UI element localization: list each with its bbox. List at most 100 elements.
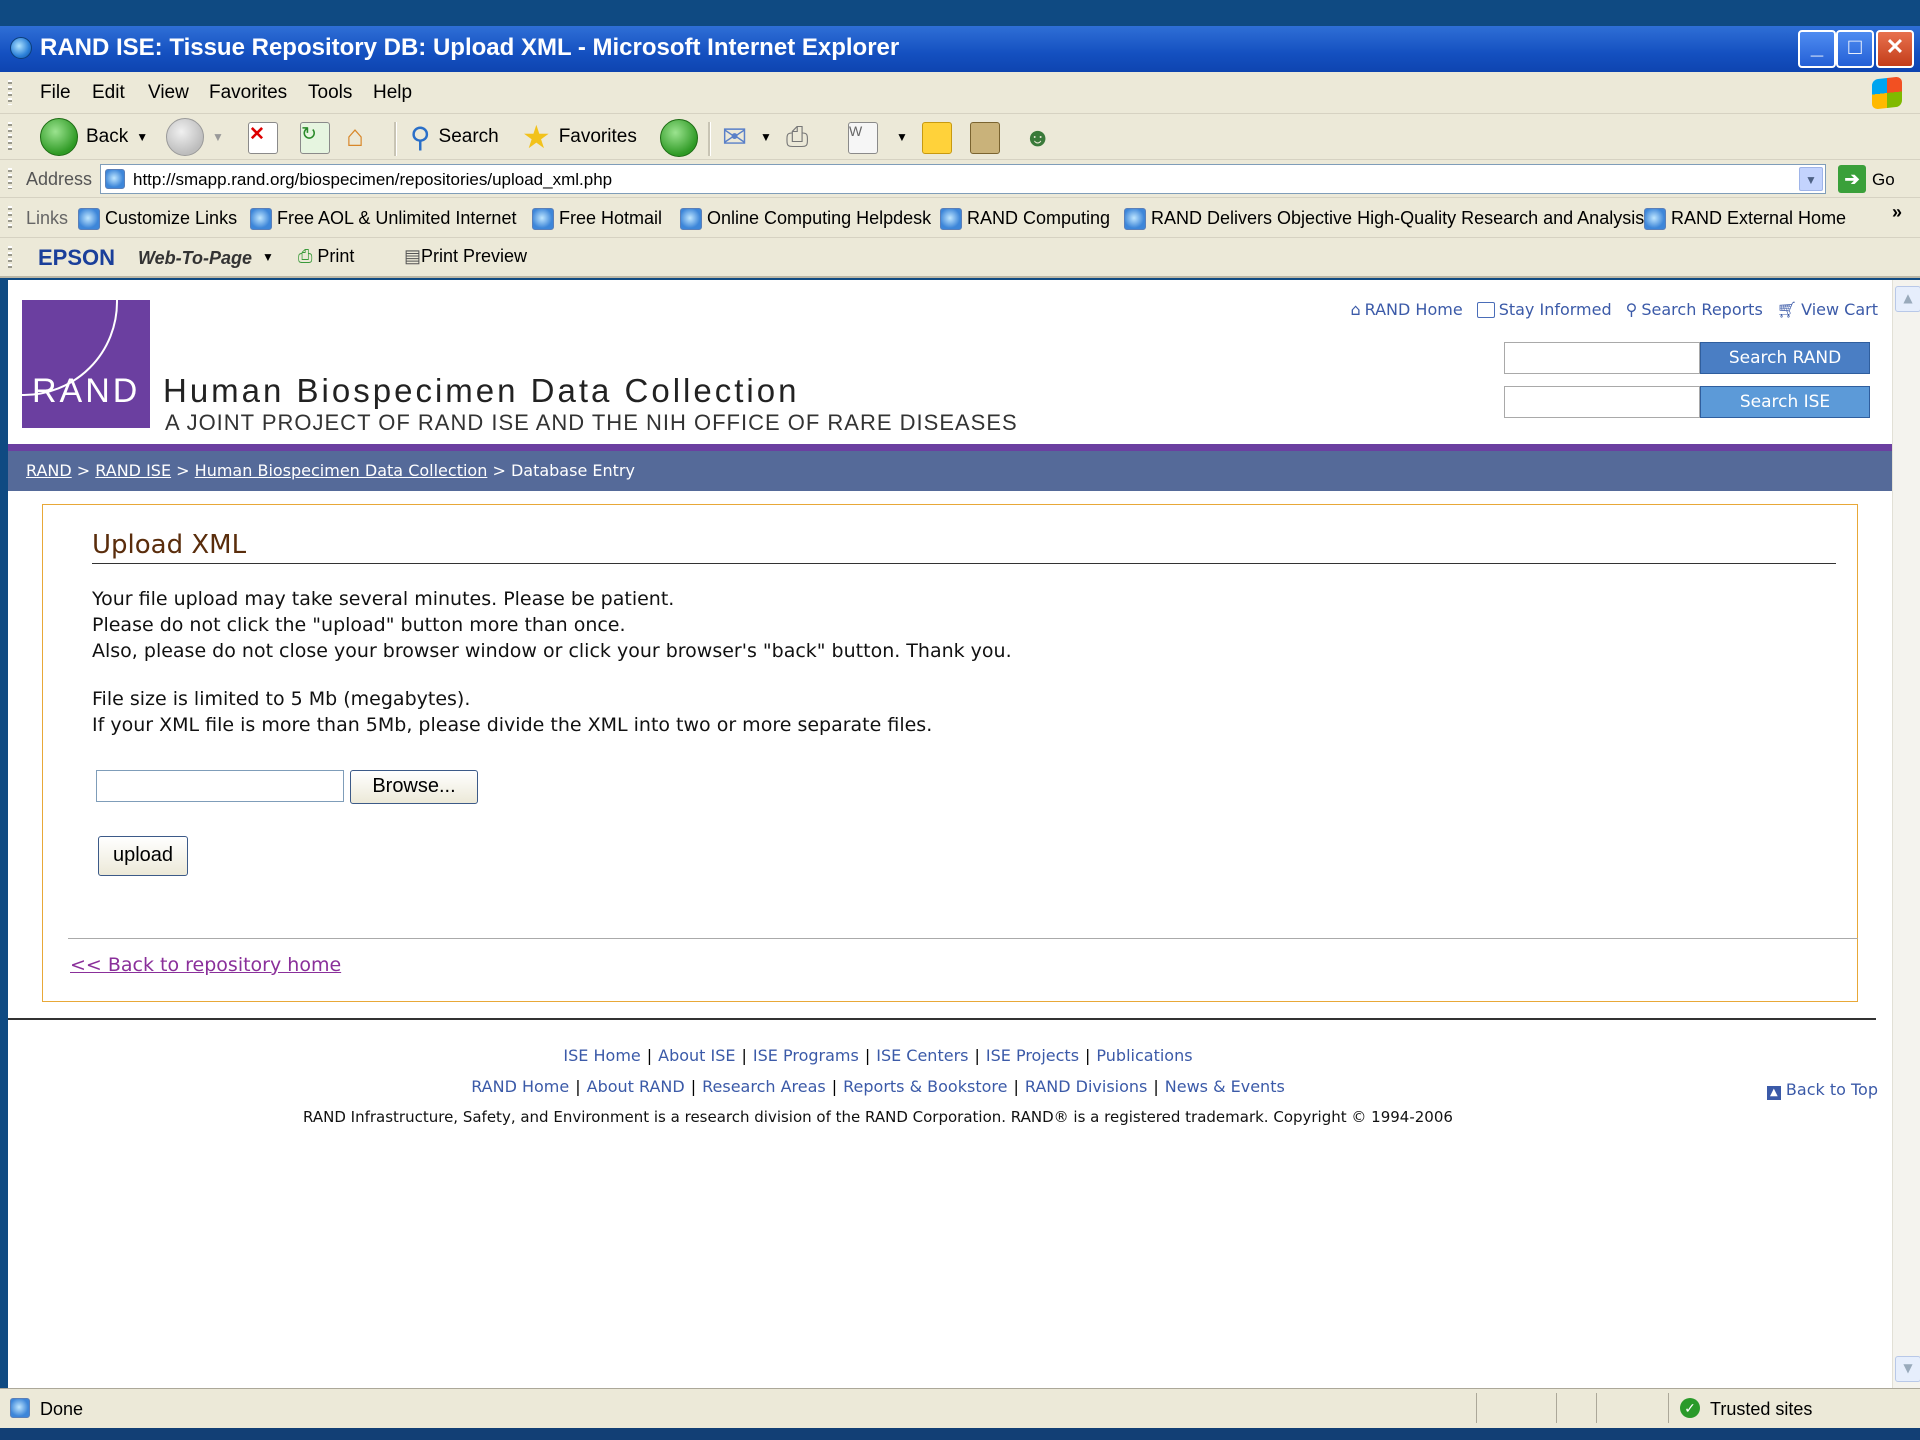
search-ise-input[interactable] — [1504, 386, 1700, 418]
rand-logo[interactable]: RAND — [22, 300, 150, 428]
top-link-rand-home[interactable]: ⌂ RAND Home — [1350, 300, 1462, 319]
page-icon — [940, 208, 962, 231]
upload-button[interactable]: upload — [98, 836, 188, 876]
link-free-aol[interactable]: Free AOL & Unlimited Internet — [250, 208, 516, 231]
footer-about-ise[interactable]: About ISE — [658, 1046, 735, 1065]
dropdown-arrow-icon[interactable]: ▼ — [896, 122, 908, 152]
link-rand-external-home[interactable]: RAND External Home — [1644, 208, 1846, 231]
footer-ise-programs[interactable]: ISE Programs — [753, 1046, 859, 1065]
footer-pipe: | — [741, 1046, 747, 1065]
standard-toolbar: Back ▼ ▼ ✕ ↻ ⌂ ⚲ Search ★ Favorites ✉ ▼ … — [0, 114, 1920, 160]
toolbar-grip — [8, 206, 12, 229]
vertical-scrollbar[interactable]: ▲ ▼ — [1892, 280, 1920, 1388]
status-text: Done — [40, 1399, 84, 1419]
ie-icon — [10, 37, 32, 59]
up-arrow-icon: ▲ — [1766, 1086, 1781, 1100]
footer-ise-centers[interactable]: ISE Centers — [876, 1046, 968, 1065]
footer-pipe: | — [690, 1077, 697, 1096]
maximize-button[interactable]: □ — [1836, 30, 1874, 68]
footer-rand-home[interactable]: RAND Home — [471, 1077, 569, 1096]
window-title: RAND ISE: Tissue Repository DB: Upload X… — [40, 34, 900, 61]
print-icon[interactable]: ⎙ — [786, 121, 808, 152]
menu-edit[interactable]: Edit — [92, 82, 125, 104]
stop-icon[interactable]: ✕ — [248, 122, 278, 154]
scroll-down-icon[interactable]: ▼ — [1895, 1356, 1920, 1382]
page-icon — [532, 208, 554, 231]
dropdown-arrow-icon[interactable]: ▼ — [212, 130, 224, 144]
windows-logo-icon — [1872, 76, 1902, 110]
dropdown-arrow-icon[interactable]: ▼ — [136, 130, 148, 144]
menu-view[interactable]: View — [148, 82, 189, 104]
link-online-helpdesk[interactable]: Online Computing Helpdesk — [680, 208, 932, 231]
breadcrumb-biospecimen[interactable]: Human Biospecimen Data Collection — [195, 461, 488, 480]
menu-tools[interactable]: Tools — [308, 82, 352, 104]
footer-pipe: | — [575, 1077, 581, 1096]
address-input[interactable]: http://smapp.rand.org/biospecimen/reposi… — [100, 164, 1826, 194]
file-path-input[interactable] — [96, 770, 344, 802]
notes-icon[interactable] — [922, 122, 952, 154]
menu-help[interactable]: Help — [373, 82, 412, 104]
menu-favorites[interactable]: Favorites — [209, 82, 287, 104]
footer-research-areas[interactable]: Research Areas — [702, 1077, 826, 1096]
messenger-icon[interactable]: ☻ — [1024, 122, 1051, 152]
close-button[interactable]: ✕ — [1876, 30, 1914, 68]
epson-print-button[interactable]: ⎙ Print — [298, 246, 354, 267]
magnifier-icon: ⚲ — [1625, 300, 1638, 319]
content-divider — [68, 938, 1858, 939]
content-box — [42, 504, 1858, 1002]
footer-ise-links: ISE Home | About ISE | ISE Programs | ISE Cent… — [8, 1046, 1748, 1065]
footer-rand-links: RAND Home | About RAND | Research Areas | Repo… — [8, 1077, 1748, 1096]
footer-reports-bookstore[interactable]: Reports & Bookstore — [843, 1077, 1007, 1096]
footer-pipe: | — [646, 1046, 653, 1065]
search-rand-button[interactable]: Search RAND — [1700, 342, 1870, 374]
search-ise-button[interactable]: Search ISE — [1700, 386, 1870, 418]
link-free-hotmail[interactable]: Free Hotmail — [532, 208, 662, 231]
browse-button[interactable]: Browse... — [350, 770, 478, 804]
minimize-button[interactable]: _ — [1798, 30, 1836, 68]
refresh-icon[interactable]: ↻ — [300, 122, 330, 154]
footer-rand-divisions[interactable]: RAND Divisions — [1025, 1077, 1148, 1096]
top-link-stay-informed[interactable]: Stay Informed — [1476, 300, 1612, 319]
footer-about-rand[interactable]: About RAND — [587, 1077, 685, 1096]
footer-pipe: | — [831, 1077, 838, 1096]
footer-ise-projects[interactable]: ISE Projects — [986, 1046, 1079, 1065]
research-icon[interactable] — [970, 122, 1000, 154]
footer-publications[interactable]: Publications — [1096, 1046, 1192, 1065]
links-more-icon[interactable]: » — [1892, 202, 1902, 223]
dropdown-arrow-icon[interactable]: ▼ — [262, 250, 274, 264]
breadcrumb-rand-ise[interactable]: RAND ISE — [95, 461, 171, 480]
window-titlebar[interactable]: RAND ISE: Tissue Repository DB: Upload X… — [0, 26, 1920, 72]
taskbar-edge — [0, 1428, 1920, 1440]
mail-icon[interactable]: ✉ — [722, 121, 747, 154]
web-to-page-button[interactable]: Web-To-Page — [138, 248, 252, 269]
back-to-repository-link[interactable]: << Back to repository home — [70, 954, 341, 976]
forward-button[interactable]: ▼ — [166, 118, 224, 156]
top-link-view-cart[interactable]: 🛒︎ View Cart — [1777, 300, 1878, 319]
home-icon[interactable]: ⌂ — [346, 120, 364, 153]
history-icon[interactable] — [660, 119, 698, 157]
menu-file[interactable]: File — [40, 82, 71, 104]
word-icon[interactable]: W — [848, 122, 878, 154]
favorites-button[interactable]: ★ Favorites — [522, 119, 637, 155]
top-link-search-reports[interactable]: ⚲ Search Reports — [1626, 300, 1763, 319]
search-rand-input[interactable] — [1504, 342, 1700, 374]
link-label: Online Computing Helpdesk — [707, 208, 932, 228]
go-button[interactable]: Go — [1872, 170, 1895, 190]
link-customize-links[interactable]: Customize Links — [78, 208, 237, 231]
back-button[interactable]: Back ▼ — [40, 118, 148, 156]
epson-toolbar: EPSON Web-To-Page ▼ ⎙ Print ▤Print Previ… — [0, 238, 1920, 278]
breadcrumb-rand[interactable]: RAND — [26, 461, 72, 480]
dropdown-arrow-icon[interactable]: ▼ — [760, 122, 772, 152]
toolbar-grip — [8, 122, 12, 151]
link-rand-delivers[interactable]: RAND Delivers Objective High-Quality Res… — [1124, 208, 1644, 231]
footer-news-events[interactable]: News & Events — [1165, 1077, 1285, 1096]
back-to-top-link[interactable]: ▲ Back to Top — [1766, 1080, 1878, 1100]
page-icon — [250, 208, 272, 231]
address-dropdown-icon[interactable]: ▼ — [1799, 167, 1823, 191]
search-button[interactable]: ⚲ Search — [410, 122, 499, 153]
print-preview-button[interactable]: ▤Print Preview — [404, 246, 527, 267]
link-rand-computing[interactable]: RAND Computing — [940, 208, 1110, 231]
scroll-up-icon[interactable]: ▲ — [1895, 286, 1920, 312]
go-arrow-icon[interactable]: ➔ — [1838, 165, 1866, 193]
footer-ise-home[interactable]: ISE Home — [563, 1046, 640, 1065]
